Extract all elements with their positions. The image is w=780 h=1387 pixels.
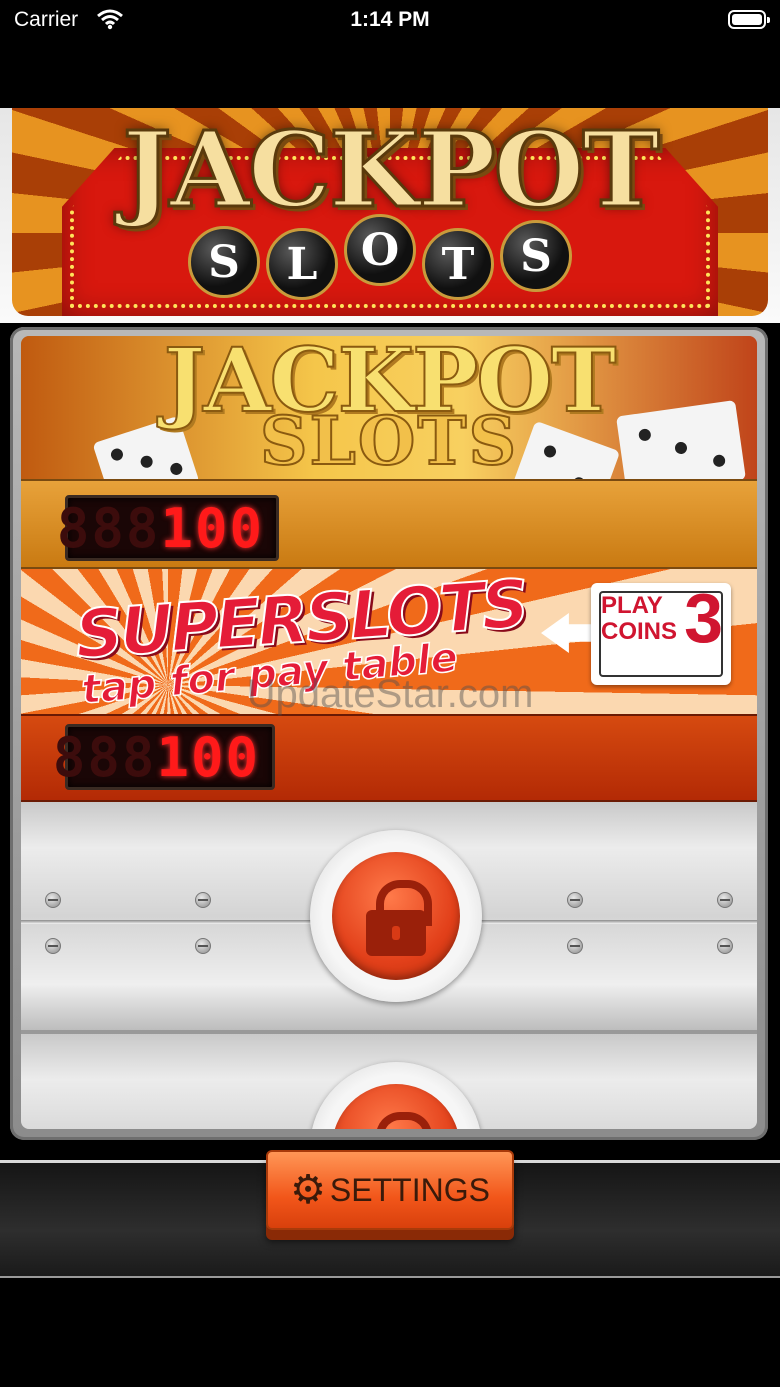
status-bar: Carrier 1:14 PM (0, 0, 780, 40)
machine-slots-title: SLOTS (259, 402, 519, 480)
bet-display: 888 100 (53, 724, 275, 790)
lock-icon (376, 1112, 432, 1129)
reel-lock-button[interactable] (310, 830, 482, 1002)
slots-ball-l: L (266, 228, 338, 300)
slots-ball-o: O (344, 214, 416, 286)
play-coins-count: 3 (684, 579, 723, 657)
credits-row: 888 100 (21, 479, 757, 569)
bet-value: 100 (156, 725, 260, 789)
play-coins-button[interactable]: PLAY COINS 3 (591, 583, 731, 685)
settings-label: SETTINGS (329, 1171, 490, 1208)
reel-lock-panel (21, 1034, 757, 1129)
credits-display: 888 100 (57, 495, 279, 561)
screw-icon (45, 892, 61, 908)
slots-logo-balls: S L O T S (188, 214, 572, 302)
battery-icon (728, 10, 770, 29)
screw-icon (195, 892, 211, 908)
screw-icon (195, 938, 211, 954)
screw-icon (567, 892, 583, 908)
play-coins-label: PLAY COINS (601, 592, 678, 645)
settings-button[interactable]: ⚙ SETTINGS (266, 1150, 514, 1230)
watermark: UpdateStar.com (246, 672, 534, 716)
slot-machine-frame: JACKPOT SLOTS 888 100 SUPERSLOTS tap for… (10, 327, 768, 1140)
led-ghost-digits: 888 (56, 496, 161, 560)
slots-ball-t: T (422, 228, 494, 300)
screw-icon (717, 892, 733, 908)
led-ghost-digits: 888 (52, 725, 157, 789)
screw-icon (567, 938, 583, 954)
slots-ball-s1: S (188, 226, 260, 298)
screw-icon (45, 938, 61, 954)
clock: 1:14 PM (350, 8, 430, 31)
slots-ball-s2: S (500, 220, 572, 292)
machine-header: JACKPOT SLOTS (21, 336, 757, 518)
reel-lock-panel (21, 802, 757, 1030)
credits-value: 100 (160, 496, 264, 560)
screw-icon (717, 938, 733, 954)
gear-icon: ⚙ (290, 1168, 326, 1212)
bet-row: 888 100 (21, 714, 757, 802)
slot-machine-body: JACKPOT SLOTS 888 100 SUPERSLOTS tap for… (21, 336, 757, 1129)
jackpot-logo-title: JACKPOT (121, 108, 661, 231)
reel-lock-button[interactable] (310, 1062, 482, 1129)
